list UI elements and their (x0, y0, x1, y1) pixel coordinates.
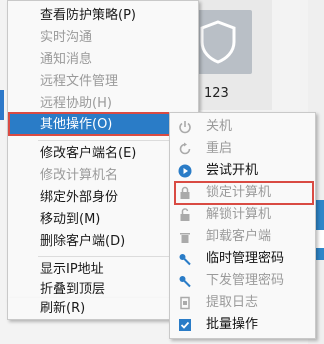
other-operations-submenu: 关机 重启 尝试开机 锁定计算机 解锁计算机 卸载客户端 临时管理密码 下发管理… (169, 112, 316, 339)
lock-computer-highlight (174, 181, 314, 205)
checkbox-icon (178, 318, 192, 332)
submenu-item-label: 尝试开机 (206, 163, 259, 178)
submenu-item-label: 下发管理密码 (206, 273, 285, 288)
submenu-item-shutdown[interactable]: 关机 (170, 116, 315, 138)
client-card-label: 123 (204, 86, 229, 101)
key-icon (178, 252, 192, 266)
menu-item-other-operations-label: 其他操作(O) (40, 117, 113, 132)
log-icon (178, 296, 192, 310)
submenu-item-label: 提取日志 (206, 295, 259, 310)
submenu-item-try-boot[interactable]: 尝试开机 (170, 160, 315, 182)
submenu-item-temp-admin-password[interactable]: 临时管理密码 (170, 248, 315, 270)
submenu-item-label: 解锁计算机 (206, 207, 272, 222)
background-selection-edge (0, 90, 4, 120)
submenu-item-label: 批量操作 (206, 317, 259, 332)
trash-icon (178, 230, 192, 244)
restart-icon (178, 142, 192, 156)
menu-item-view-policy[interactable]: 查看防护策略(P) (8, 5, 198, 27)
submenu-item-batch-operations[interactable]: 批量操作 (170, 314, 315, 336)
menu-item-remote-file-manager[interactable]: 远程文件管理 (8, 71, 198, 93)
submenu-item-uninstall-client[interactable]: 卸载客户端 (170, 226, 315, 248)
submenu-item-label: 重启 (206, 141, 233, 156)
submenu-item-label: 关机 (206, 119, 233, 134)
submenu-item-label: 临时管理密码 (206, 251, 285, 266)
submenu-item-label: 卸载客户端 (206, 229, 272, 244)
submenu-item-extract-logs[interactable]: 提取日志 (170, 292, 315, 314)
unlock-icon (178, 208, 192, 222)
power-icon (178, 120, 192, 134)
key-icon (178, 274, 192, 288)
menu-item-notifications[interactable]: 通知消息 (8, 49, 198, 71)
submenu-item-unlock-computer[interactable]: 解锁计算机 (170, 204, 315, 226)
submenu-item-restart[interactable]: 重启 (170, 138, 315, 160)
submenu-item-issue-admin-password[interactable]: 下发管理密码 (170, 270, 315, 292)
menu-item-realtime-chat[interactable]: 实时沟通 (8, 27, 198, 49)
play-icon (178, 164, 192, 178)
